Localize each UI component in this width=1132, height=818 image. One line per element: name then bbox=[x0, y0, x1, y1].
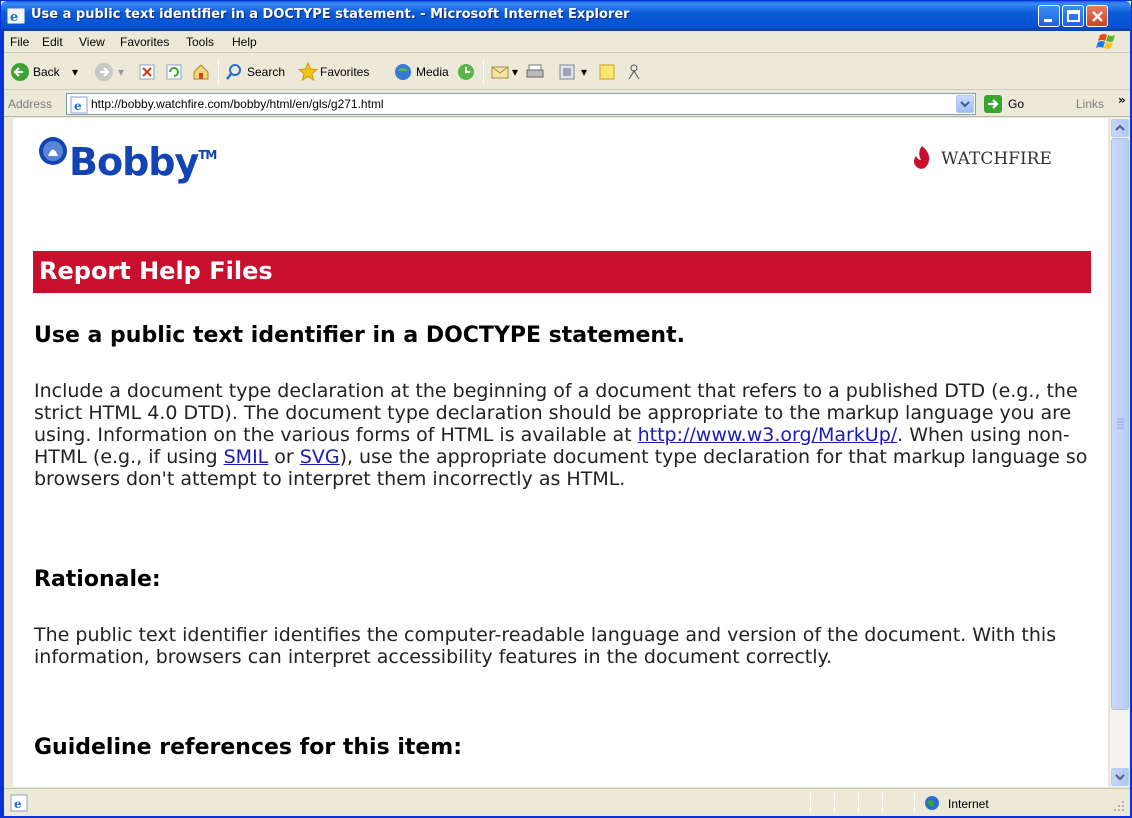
window-title: Use a public text identifier in a DOCTYP… bbox=[31, 7, 630, 22]
smil-link[interactable]: SMIL bbox=[224, 446, 269, 468]
back-arrow-icon bbox=[11, 63, 29, 81]
chevron-down-icon bbox=[1115, 774, 1125, 781]
favorites-star-icon bbox=[298, 62, 318, 82]
para-text: or bbox=[268, 446, 300, 468]
address-url: http://bobby.watchfire.com/bobby/html/en… bbox=[91, 97, 384, 111]
maximize-icon bbox=[1067, 10, 1080, 22]
page-ie-icon: e bbox=[70, 96, 88, 114]
browser-window: e Use a public text identifier in a DOCT… bbox=[0, 0, 1132, 818]
grip-lines-icon bbox=[1117, 418, 1124, 429]
forward-dropdown-icon[interactable]: ▾ bbox=[118, 65, 124, 79]
svg-text:e: e bbox=[74, 99, 82, 113]
status-separator bbox=[914, 793, 915, 813]
mail-dropdown-icon[interactable]: ▾ bbox=[512, 65, 518, 79]
ie-icon: e bbox=[7, 8, 25, 25]
links-label[interactable]: Links bbox=[1076, 97, 1104, 111]
svg-link[interactable]: SVG bbox=[300, 446, 340, 468]
back-label: Back bbox=[33, 65, 60, 79]
watchfire-flame-logo-icon bbox=[913, 146, 930, 169]
scroll-down-button[interactable] bbox=[1111, 768, 1129, 786]
discuss-note-icon[interactable] bbox=[597, 62, 617, 82]
scroll-up-button[interactable] bbox=[1111, 119, 1129, 137]
status-bar: e Internet bbox=[4, 788, 1130, 816]
rationale-heading: Rationale: bbox=[34, 567, 161, 592]
standard-toolbar: Back ▾ ▾ Search Favorites Media ▾ ▾ bbox=[4, 54, 1130, 90]
status-separator bbox=[834, 793, 835, 813]
watchfire-brand-text: watchfire bbox=[941, 142, 1052, 170]
refresh-icon[interactable] bbox=[164, 62, 184, 82]
rationale-paragraph: The public text identifier identifies th… bbox=[34, 624, 1057, 668]
history-icon[interactable] bbox=[456, 62, 476, 82]
menu-favorites[interactable]: Favorites bbox=[120, 35, 169, 49]
menu-help[interactable]: Help bbox=[232, 35, 257, 49]
address-bar: Address e http://bobby.watchfire.com/bob… bbox=[4, 91, 1130, 117]
minimize-button[interactable] bbox=[1038, 5, 1060, 27]
trademark-mark: TM bbox=[198, 148, 217, 162]
page-content: BobbyTM watchfire Report Help Files Use … bbox=[13, 118, 1108, 787]
description-paragraph: Include a document type declaration at t… bbox=[34, 380, 1094, 490]
svg-text:e: e bbox=[14, 797, 22, 811]
status-separator bbox=[882, 793, 883, 813]
bobby-helmet-logo-icon bbox=[39, 137, 67, 165]
status-separator bbox=[858, 793, 859, 813]
w3-markup-link[interactable]: http://www.w3.org/MarkUp/ bbox=[638, 424, 898, 446]
edit-icon[interactable] bbox=[557, 62, 577, 82]
guideline-heading: Guideline references for this item: bbox=[34, 735, 463, 760]
forward-arrow-icon[interactable] bbox=[94, 62, 114, 82]
bobby-logo-text: BobbyTM bbox=[69, 140, 217, 184]
vertical-scrollbar[interactable] bbox=[1109, 118, 1129, 787]
status-separator bbox=[810, 793, 811, 813]
stop-icon[interactable] bbox=[137, 62, 157, 82]
page-heading: Use a public text identifier in a DOCTYP… bbox=[34, 323, 685, 348]
address-label: Address bbox=[8, 97, 53, 111]
report-banner: Report Help Files bbox=[33, 251, 1091, 293]
media-label: Media bbox=[416, 65, 449, 79]
window-border-left bbox=[1, 31, 4, 818]
page-status-icon: e bbox=[10, 794, 28, 812]
security-zone-label: Internet bbox=[948, 797, 989, 811]
menu-edit[interactable]: Edit bbox=[42, 35, 63, 49]
search-icon bbox=[226, 64, 241, 80]
edit-dropdown-icon[interactable]: ▾ bbox=[581, 65, 587, 79]
go-button[interactable] bbox=[984, 95, 1002, 113]
address-dropdown-button[interactable] bbox=[956, 95, 974, 113]
media-icon bbox=[395, 64, 411, 80]
messenger-icon[interactable] bbox=[624, 62, 644, 82]
print-icon[interactable] bbox=[525, 62, 545, 82]
menu-view[interactable]: View bbox=[79, 35, 105, 49]
go-label[interactable]: Go bbox=[1008, 97, 1024, 111]
menu-file[interactable]: File bbox=[10, 35, 29, 49]
scroll-thumb[interactable] bbox=[1111, 138, 1129, 710]
menu-tools[interactable]: Tools bbox=[186, 35, 214, 49]
mail-icon[interactable] bbox=[490, 62, 510, 82]
back-dropdown-icon[interactable]: ▾ bbox=[72, 65, 78, 79]
close-button[interactable] bbox=[1086, 5, 1108, 27]
close-icon bbox=[1092, 11, 1103, 22]
chevron-up-icon bbox=[1115, 124, 1125, 131]
chevron-down-icon bbox=[960, 101, 970, 108]
windows-logo-icon bbox=[1096, 34, 1115, 49]
search-label: Search bbox=[247, 65, 286, 79]
minimize-icon bbox=[1044, 19, 1052, 22]
links-chevron-icon[interactable]: » bbox=[1118, 93, 1126, 107]
banner-title: Report Help Files bbox=[39, 257, 273, 285]
go-arrow-icon bbox=[988, 99, 999, 109]
toolbar-separator bbox=[218, 60, 219, 84]
resize-grip-icon[interactable] bbox=[1112, 799, 1126, 813]
title-bar[interactable]: e Use a public text identifier in a DOCT… bbox=[1, 1, 1131, 31]
menu-bar: File Edit View Favorites Tools Help bbox=[4, 31, 1130, 53]
favorites-label: Favorites bbox=[320, 65, 370, 79]
home-icon[interactable] bbox=[191, 62, 211, 82]
toolbar-separator bbox=[483, 60, 484, 84]
svg-text:e: e bbox=[10, 10, 18, 25]
globe-icon bbox=[925, 796, 939, 810]
maximize-button[interactable] bbox=[1062, 5, 1084, 27]
address-input[interactable]: e http://bobby.watchfire.com/bobby/html/… bbox=[66, 93, 976, 115]
